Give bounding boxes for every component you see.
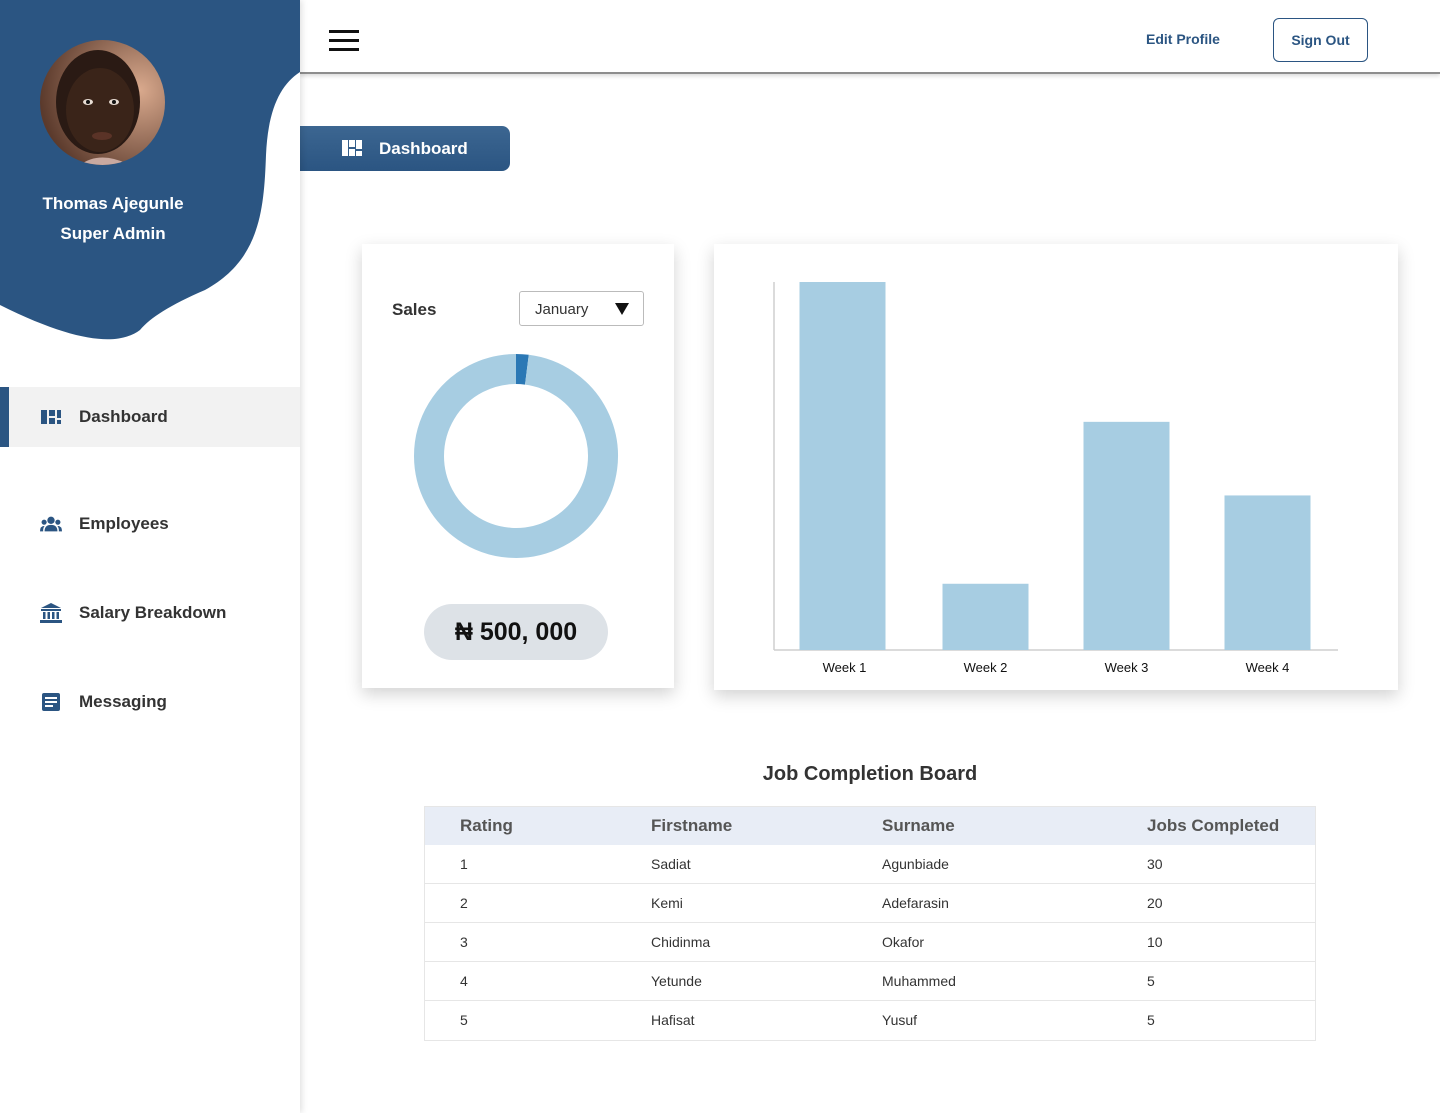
bar-week-1	[799, 282, 886, 650]
profile-header-shape	[0, 0, 300, 340]
sidebar-item-salary-breakdown[interactable]: Salary Breakdown	[0, 583, 300, 643]
weekly-bar-chart-card: Week 1 Week 2 Week 3 Week 4	[714, 244, 1398, 690]
table-cell: Sadiat	[651, 856, 691, 872]
table-cell: 4	[460, 973, 468, 989]
bar-week-4	[1224, 495, 1311, 650]
table-cell: Hafisat	[651, 1012, 695, 1028]
column-header-firstname: Firstname	[651, 816, 733, 835]
sidebar-item-label: Employees	[79, 514, 169, 533]
top-bar: Edit Profile Sign Out	[300, 0, 1440, 74]
dashboard-icon	[41, 410, 61, 424]
table-cell: 1	[460, 856, 468, 872]
sales-title: Sales	[392, 300, 437, 319]
message-icon	[42, 693, 60, 711]
profile-role: Super Admin	[60, 224, 166, 243]
table-cell: 5	[460, 1012, 468, 1028]
bank-icon	[40, 603, 62, 623]
table-cell: 10	[1147, 934, 1163, 950]
table-cell: Chidinma	[651, 934, 711, 950]
table-cell: Yetunde	[651, 973, 702, 989]
table-row: 3 Chidinma Okafor 10	[425, 923, 1315, 962]
dashboard-icon	[342, 140, 362, 156]
x-tick-label: Week 4	[1246, 660, 1290, 675]
table-cell: Kemi	[651, 895, 683, 911]
table-row: 4 Yetunde Muhammed 5	[425, 962, 1315, 1001]
month-select-value: January	[535, 301, 589, 318]
column-header-jobs-completed: Jobs Completed	[1147, 816, 1280, 835]
sales-amount: ₦ 500, 000	[424, 604, 608, 660]
sales-card: Sales January ₦ 500, 000	[362, 244, 674, 688]
sidebar-item-employees[interactable]: Employees	[0, 494, 300, 554]
page-tab-label: Dashboard	[379, 138, 468, 158]
table-cell: 3	[460, 934, 468, 950]
table-cell: 5	[1147, 973, 1155, 989]
bar-week-2	[942, 583, 1029, 650]
weekly-bar-chart: Week 1 Week 2 Week 3 Week 4	[773, 282, 1338, 675]
x-tick-label: Week 1	[823, 660, 867, 675]
profile-name: Thomas Ajegunle	[42, 194, 184, 213]
caret-down-icon	[615, 303, 629, 315]
board-title: Job Completion Board	[762, 763, 978, 785]
month-select[interactable]: January	[519, 291, 644, 326]
page-tab-dashboard[interactable]: Dashboard	[300, 126, 510, 171]
donut-slice-0	[515, 354, 529, 385]
table-cell: Yusuf	[882, 1012, 918, 1028]
bar-week-3	[1083, 421, 1170, 650]
table-cell: Okafor	[882, 934, 925, 950]
donut-slice-1	[414, 354, 618, 558]
sidebar-item-dashboard[interactable]: Dashboard	[0, 387, 300, 447]
column-header-surname: Surname	[882, 816, 955, 835]
avatar-image	[40, 40, 165, 165]
sidebar-item-messaging[interactable]: Messaging	[0, 672, 300, 732]
sidebar: Thomas Ajegunle Super Admin Dashboard Em…	[0, 0, 300, 1113]
sidebar-item-label: Messaging	[79, 692, 167, 711]
sidebar-item-label: Dashboard	[79, 407, 168, 426]
x-tick-label: Week 3	[1105, 660, 1149, 675]
table-cell: 2	[460, 895, 468, 911]
avatar[interactable]	[40, 40, 165, 165]
table-cell: Muhammed	[882, 973, 956, 989]
column-header-rating: Rating	[460, 816, 513, 835]
table-row: 2 Kemi Adefarasin 20	[425, 884, 1315, 923]
menu-icon[interactable]	[329, 30, 359, 52]
edit-profile-link[interactable]: Edit Profile	[1146, 31, 1220, 47]
table-cell: 20	[1147, 895, 1163, 911]
table-cell: 5	[1147, 1012, 1155, 1028]
x-tick-label: Week 2	[964, 660, 1008, 675]
job-completion-table: Rating Firstname Surname Jobs Completed …	[424, 806, 1316, 1041]
table-row: 5 Hafisat Yusuf 5	[425, 1001, 1315, 1040]
table-cell: Agunbiade	[882, 856, 949, 872]
table-header-row: Rating Firstname Surname Jobs Completed	[425, 807, 1315, 845]
sign-out-button[interactable]: Sign Out	[1273, 18, 1368, 62]
table-row: 1 Sadiat Agunbiade 30	[425, 845, 1315, 884]
table-cell: 30	[1147, 856, 1163, 872]
sidebar-item-label: Salary Breakdown	[79, 603, 227, 622]
table-cell: Adefarasin	[882, 895, 949, 911]
users-icon	[40, 516, 62, 532]
sales-donut-chart	[414, 354, 618, 558]
